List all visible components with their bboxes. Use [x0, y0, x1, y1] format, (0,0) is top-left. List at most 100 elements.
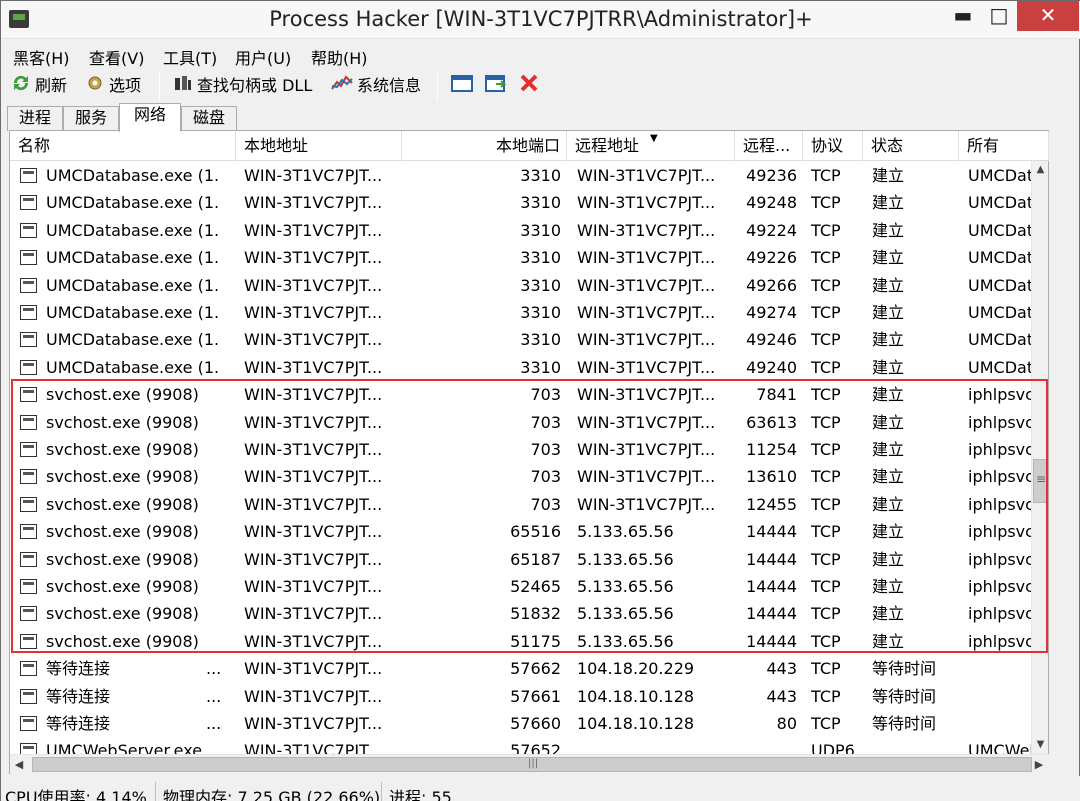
restore-window-button[interactable] — [485, 73, 513, 99]
find-handles-button[interactable]: 查找句柄或 DLL — [173, 73, 312, 99]
process-hacker-window: Process Hacker [WIN-3T1VC7PJTRR\Administ… — [0, 0, 1080, 801]
table-row[interactable]: svchost.exe (9908) WIN-3T1VC7PJT... 52465 5… — [10, 573, 1041, 600]
cell-name: svchost.exe (9908) — [46, 549, 199, 569]
process-icon — [20, 222, 37, 238]
column-header-state[interactable]: 状态 — [863, 131, 959, 161]
cell-remote-port — [742, 737, 797, 754]
table-row[interactable]: svchost.exe (9908) WIN-3T1VC7PJT... 703 WIN… — [10, 491, 1041, 518]
table-row[interactable]: 等待连接... WIN-3T1VC7PJT... 57660 104.18.10.12… — [10, 710, 1041, 737]
cell-state: 建立 — [872, 631, 905, 651]
table-row[interactable]: svchost.exe (9908) WIN-3T1VC7PJT... 703 WIN… — [10, 381, 1041, 408]
scroll-left-icon[interactable]: ◀ — [10, 755, 28, 775]
cell-name: UMCDatabase.exe (1... — [46, 248, 218, 268]
maximize-button[interactable]: □ — [982, 1, 1016, 31]
table-row[interactable]: svchost.exe (9908) WIN-3T1VC7PJT... 65516 5… — [10, 518, 1041, 545]
cell-remote-port: 14444 — [746, 577, 797, 596]
process-icon — [20, 716, 37, 731]
table-row[interactable]: UMCDatabase.exe (1... WIN-3T1VC7PJT... 331… — [10, 189, 1041, 216]
window-button[interactable] — [451, 73, 477, 99]
table-row[interactable]: UMCDatabase.exe (1... WIN-3T1VC7PJT... 331… — [10, 217, 1041, 244]
cell-local-port: 3310 — [520, 248, 561, 268]
cell-name: UMCDatabase.exe (1... — [46, 220, 218, 240]
table-row[interactable]: svchost.exe (9908) WIN-3T1VC7PJT... 703 WIN… — [10, 463, 1041, 490]
cell-state: 建立 — [872, 385, 905, 405]
menu-view[interactable]: 查看(V) — [89, 45, 144, 69]
process-icon — [20, 496, 37, 512]
title-bar[interactable]: Process Hacker [WIN-3T1VC7PJTRR\Administ… — [1, 1, 1080, 39]
refresh-button[interactable]: 刷新 — [11, 73, 67, 99]
table-row[interactable]: UMCDatabase.exe (1... WIN-3T1VC7PJT... 331… — [10, 272, 1041, 299]
cell-local-port: 3310 — [520, 303, 561, 322]
column-header-name[interactable]: 名称 — [10, 131, 236, 161]
table-row[interactable]: UMCDatabase.exe (1... WIN-3T1VC7PJT... 331… — [10, 299, 1041, 326]
table-row[interactable]: svchost.exe (9908) WIN-3T1VC7PJT... 51832 5… — [10, 600, 1041, 627]
system-info-button[interactable]: 系统信息 — [331, 73, 421, 99]
cell-local-address: WIN-3T1VC7PJT... — [244, 193, 383, 213]
process-icon — [20, 688, 37, 704]
table-row[interactable]: svchost.exe (9908) WIN-3T1VC7PJT... 65187 5… — [10, 546, 1041, 573]
cell-local-port: 51832 — [510, 604, 561, 624]
cell-local-address: WIN-3T1VC7PJT... — [244, 741, 383, 754]
options-button[interactable]: 选项 — [85, 73, 141, 99]
cell-state: 等待时间 — [872, 659, 937, 679]
vertical-scroll-thumb[interactable] — [1033, 459, 1048, 503]
cell-name: UMCDatabase.exe (1... — [46, 275, 218, 295]
cell-name: 等待连接 — [46, 714, 111, 733]
cell-protocol: TCP — [811, 330, 841, 350]
table-row[interactable]: 等待连接... WIN-3T1VC7PJT... 57661 104.18.10.12… — [10, 683, 1041, 710]
cell-name: svchost.exe (9908) — [46, 604, 199, 624]
cell-protocol: TCP — [811, 357, 841, 377]
status-memory: 物理内存: 7.25 GB (22.66%) — [163, 788, 381, 801]
vertical-scrollbar[interactable]: ▲ ▼ — [1031, 161, 1048, 754]
cell-name: UMCWebServer.exe — [46, 741, 203, 754]
process-icon — [20, 606, 37, 622]
scroll-up-icon[interactable]: ▲ — [1032, 161, 1049, 179]
cell-local-port: 703 — [530, 385, 561, 405]
tab-network[interactable]: 网络 — [119, 103, 181, 132]
cell-remote-address: 5.133.65.56 — [577, 577, 674, 596]
column-header-owner[interactable]: 所有 — [959, 131, 1049, 161]
table-row[interactable]: 等待连接... WIN-3T1VC7PJT... 57662 104.18.20.22… — [10, 655, 1041, 682]
terminate-button[interactable] — [519, 73, 543, 99]
tab-services[interactable]: 服务 — [63, 106, 119, 131]
close-button[interactable]: ✕ — [1017, 1, 1079, 31]
horizontal-scrollbar[interactable]: ◀ ▶ — [10, 754, 1049, 774]
table-row[interactable]: UMCDatabase.exe (1... WIN-3T1VC7PJT... 331… — [10, 162, 1041, 189]
cell-protocol: TCP — [811, 604, 841, 624]
cell-local-address: WIN-3T1VC7PJT... — [244, 248, 383, 268]
cell-local-address: WIN-3T1VC7PJT... — [244, 220, 383, 240]
menu-hacker[interactable]: 黑客(H) — [13, 45, 70, 69]
process-icon — [20, 277, 37, 293]
cell-state: 建立 — [872, 440, 905, 459]
cell-local-port: 703 — [530, 467, 561, 487]
scroll-down-icon[interactable]: ▼ — [1032, 736, 1049, 754]
column-header-local-address[interactable]: 本地地址 — [236, 131, 402, 161]
table-row[interactable]: UMCDatabase.exe (1... WIN-3T1VC7PJT... 331… — [10, 354, 1041, 381]
column-header-protocol[interactable]: 协议 — [803, 131, 863, 161]
column-header-remote-port[interactable]: 远程... — [735, 131, 803, 161]
cell-remote-address: WIN-3T1VC7PJT... — [577, 385, 716, 405]
minimize-button[interactable]: ▬ — [945, 1, 981, 31]
table-row[interactable]: UMCWebServer.exe WIN-3T1VC7PJT... 57652 UDP… — [10, 737, 1041, 754]
horizontal-scroll-thumb[interactable] — [32, 757, 1032, 772]
process-icon — [20, 551, 37, 567]
menu-users[interactable]: 用户(U) — [235, 45, 291, 69]
process-icon — [20, 195, 37, 211]
table-row[interactable]: UMCDatabase.exe (1... WIN-3T1VC7PJT... 331… — [10, 326, 1041, 353]
menu-help[interactable]: 帮助(H) — [311, 45, 368, 69]
cell-name-ellipsis — [206, 573, 226, 600]
table-row[interactable]: svchost.exe (9908) WIN-3T1VC7PJT... 51175 5… — [10, 628, 1041, 655]
menu-tools[interactable]: 工具(T) — [163, 45, 217, 69]
cell-local-address: WIN-3T1VC7PJT... — [244, 166, 383, 185]
window-icon — [451, 74, 473, 100]
column-header-local-port[interactable]: 本地端口 — [402, 131, 567, 161]
table-row[interactable]: svchost.exe (9908) WIN-3T1VC7PJT... 703 WIN… — [10, 409, 1041, 436]
cell-name: UMCDatabase.exe (1... — [46, 193, 218, 213]
tab-processes[interactable]: 进程 — [7, 106, 63, 131]
table-row[interactable]: UMCDatabase.exe (1... WIN-3T1VC7PJT... 331… — [10, 244, 1041, 271]
cell-remote-port: 11254 — [746, 440, 797, 459]
toolbar: 刷新 选项 查找句柄或 DLL 系统信息 — [1, 71, 1080, 101]
tab-disk[interactable]: 磁盘 — [181, 106, 237, 131]
scroll-right-icon[interactable]: ▶ — [1030, 755, 1048, 775]
table-row[interactable]: svchost.exe (9908) WIN-3T1VC7PJT... 703 WIN… — [10, 436, 1041, 463]
